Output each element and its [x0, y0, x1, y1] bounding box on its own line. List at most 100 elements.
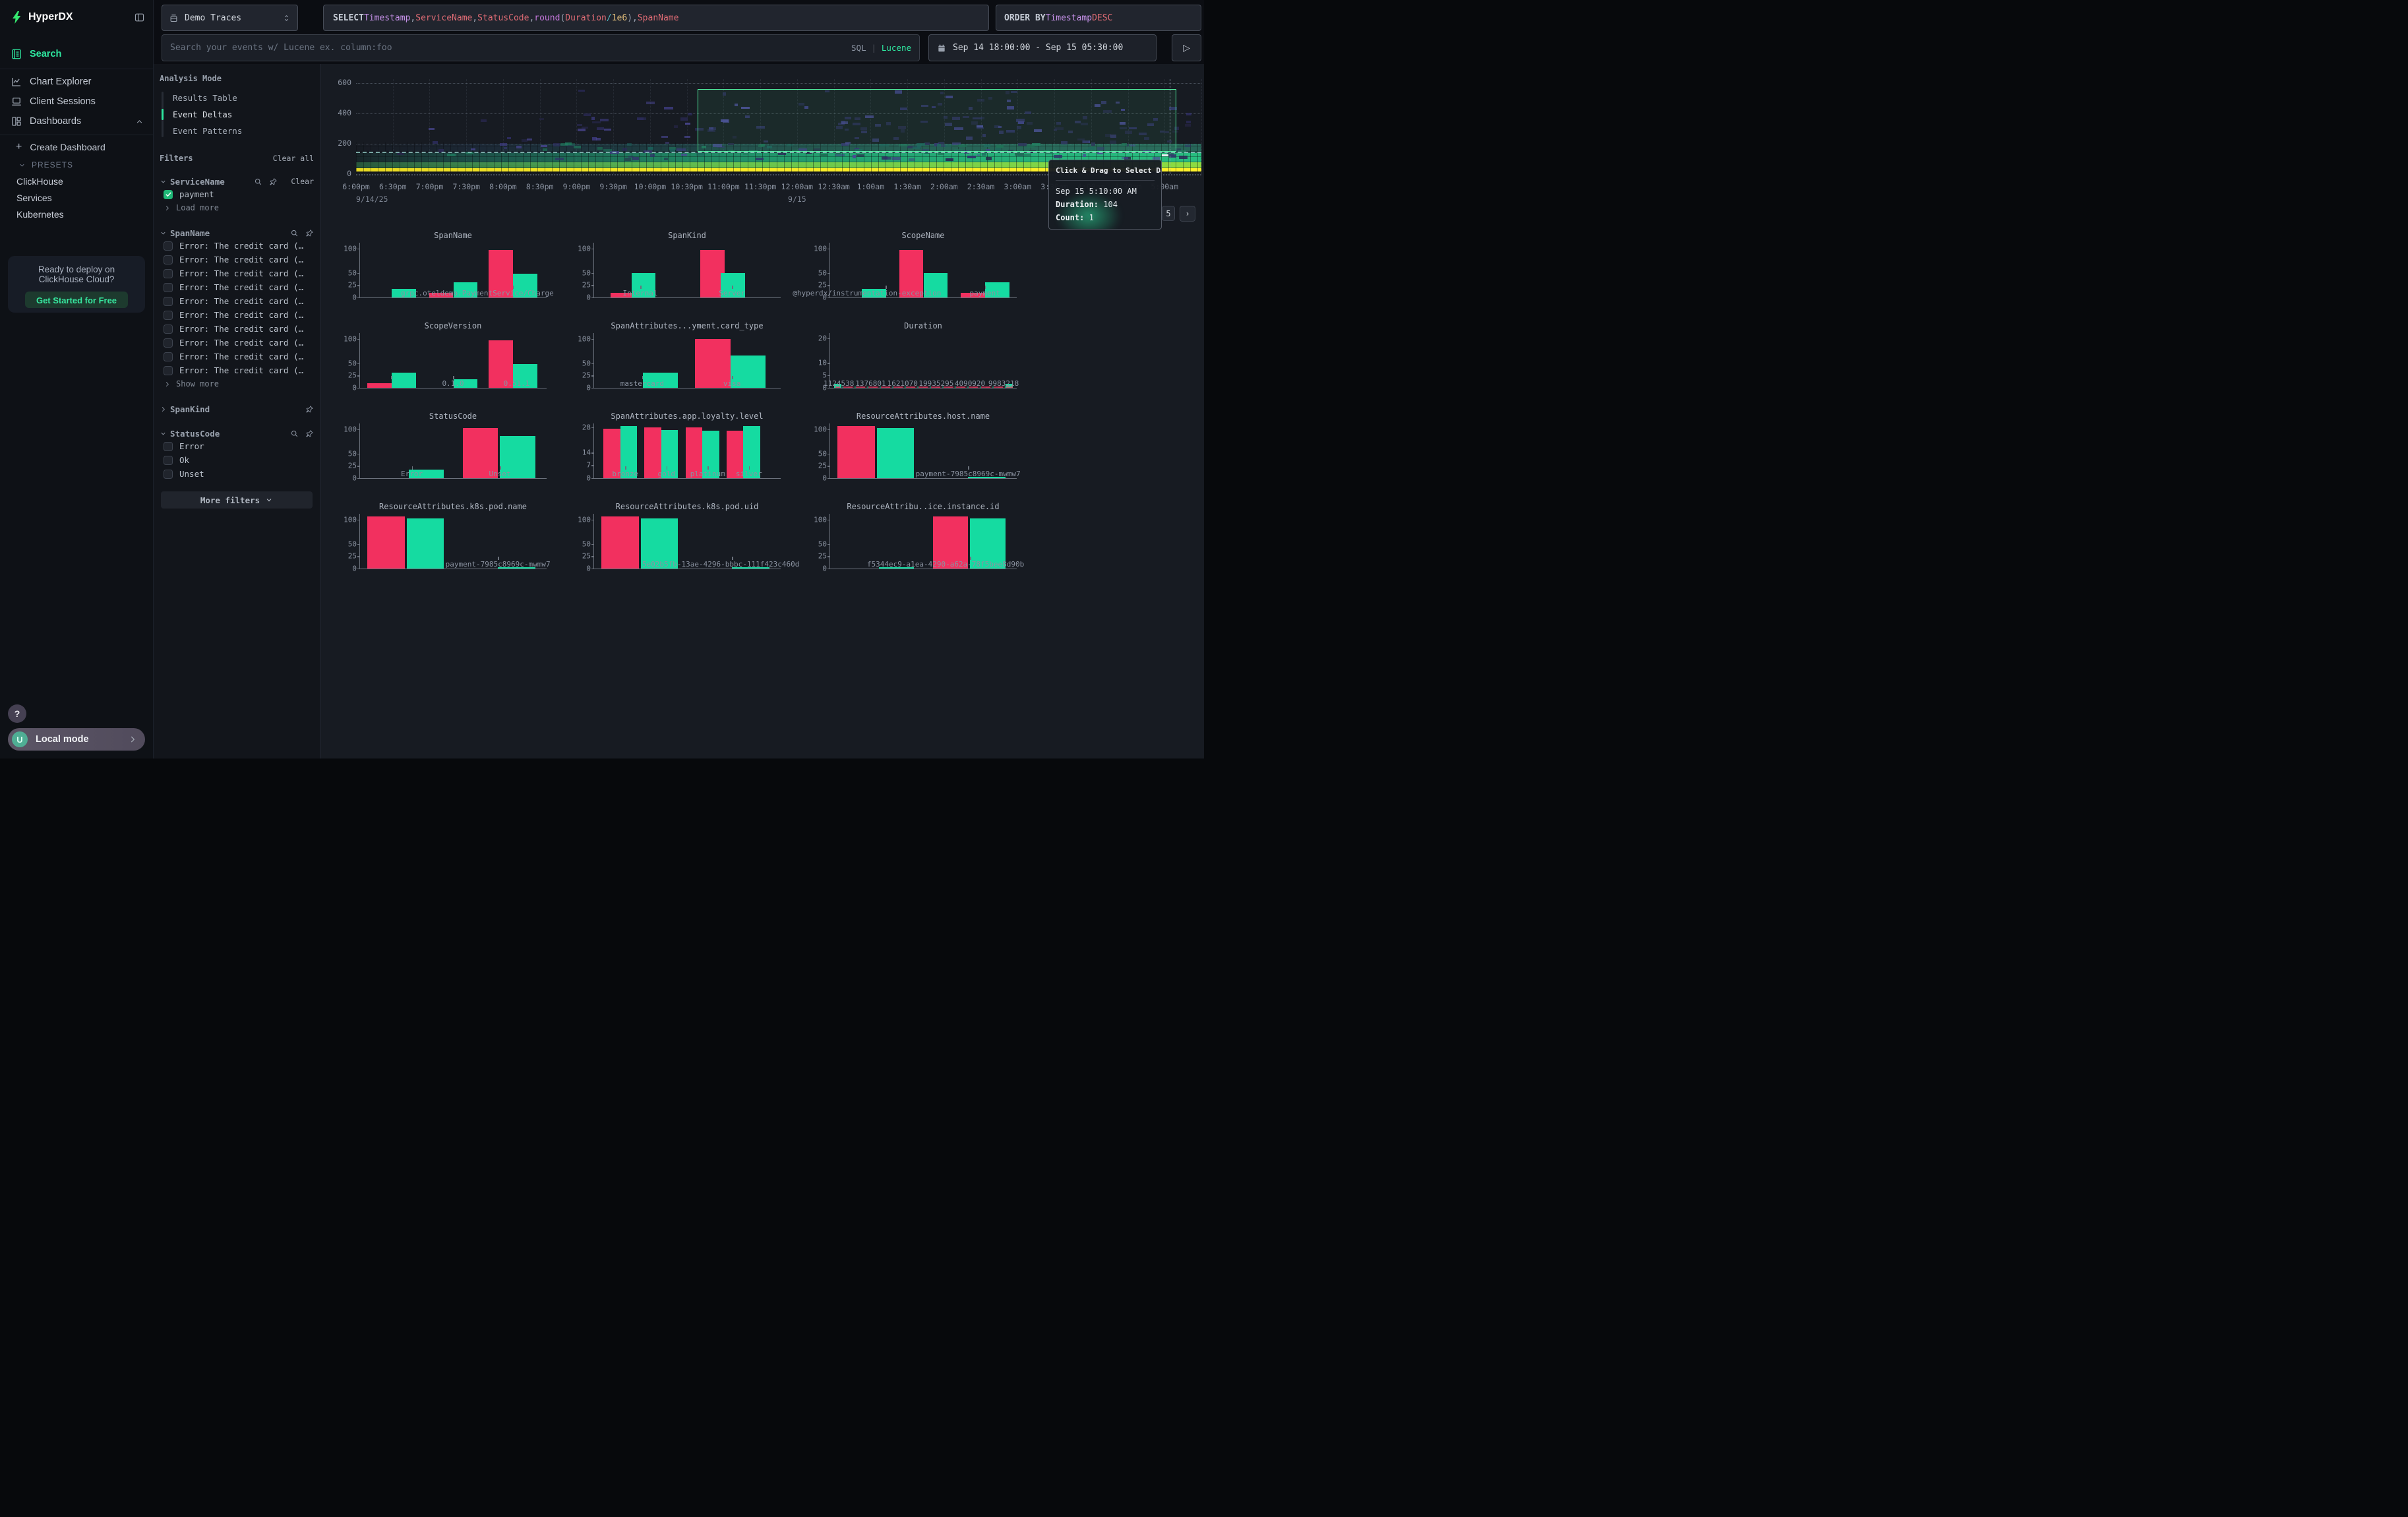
sidebar-item-client-sessions[interactable]: Client Sessions	[0, 91, 153, 112]
lucene-mode-toggle[interactable]: Lucene	[882, 43, 911, 53]
help-button[interactable]: ?	[8, 704, 26, 723]
checkbox[interactable]	[164, 338, 173, 348]
clear-all-button[interactable]: Clear all	[273, 154, 314, 163]
more-filters-button[interactable]: More filters	[161, 491, 313, 509]
axis-tick	[591, 427, 594, 429]
checkbox[interactable]	[164, 352, 173, 361]
filter-group-header-servicename[interactable]: ServiceNameClear	[160, 175, 314, 187]
axis-tick	[591, 363, 594, 365]
selection-rectangle[interactable]	[698, 89, 1176, 152]
presets-toggle[interactable]: PRESETS	[0, 158, 153, 171]
account-button[interactable]: U Local mode	[8, 728, 145, 751]
sidebar-item-chart-explorer[interactable]: Chart Explorer	[0, 71, 153, 92]
heatmap-cell	[596, 138, 600, 140]
histogram-plot: 02550100	[593, 243, 781, 298]
pin-icon[interactable]	[305, 405, 314, 414]
run-query-button[interactable]: ▷	[1172, 34, 1201, 61]
pin-icon[interactable]	[305, 229, 314, 237]
chevron-right-icon	[160, 406, 169, 413]
filter-option[interactable]: Error: The credit card (…	[160, 322, 314, 336]
clear-filter-button[interactable]: Clear	[291, 177, 314, 186]
source-select-value: Demo Traces	[185, 13, 241, 23]
filter-group-header-spanname[interactable]: SpanName	[160, 227, 314, 239]
analysis-mode-event-deltas[interactable]: Event Deltas	[169, 106, 314, 123]
checkbox[interactable]	[164, 269, 173, 278]
filter-group-header-spankind[interactable]: SpanKind	[160, 403, 314, 415]
x-axis-date-label: 9/15	[788, 195, 806, 204]
sql-mode-toggle[interactable]: SQL	[851, 43, 866, 53]
search-icon[interactable]	[254, 177, 262, 186]
sidebar-item-search[interactable]: Search	[0, 44, 153, 65]
heatmap-cell	[622, 148, 627, 150]
filter-option[interactable]: Error: The credit card (…	[160, 336, 314, 350]
checkbox[interactable]	[164, 366, 173, 375]
search-input[interactable]: Search your events w/ Lucene ex. column:…	[162, 34, 920, 61]
show-more-button[interactable]: Show more	[160, 377, 314, 390]
filter-option[interactable]: Error: The credit card (…	[160, 350, 314, 363]
sidebar-preset-kubernetes[interactable]: Kubernetes	[0, 207, 153, 222]
checkbox[interactable]	[164, 456, 173, 465]
analysis-mode-event-patterns[interactable]: Event Patterns	[169, 123, 314, 139]
query-token: Timestamp	[364, 13, 410, 23]
filter-option[interactable]: Unset	[160, 467, 314, 481]
search-icon[interactable]	[290, 429, 299, 438]
page-number-button[interactable]: 5	[1162, 206, 1175, 221]
sql-select-input[interactable]: SELECT Timestamp, ServiceName, StatusCod…	[323, 5, 989, 31]
selection-handle[interactable]	[1162, 154, 1168, 156]
search-icon[interactable]	[290, 229, 299, 237]
filter-option[interactable]: Error: The credit card (…	[160, 363, 314, 377]
x-axis-label: Error	[401, 470, 423, 478]
checkbox[interactable]	[164, 241, 173, 251]
checkbox[interactable]	[164, 255, 173, 264]
y-axis-label: 0	[352, 383, 357, 392]
create-dashboard-button[interactable]: +Create Dashboard	[0, 139, 153, 156]
filter-option[interactable]: Error: The credit card (…	[160, 239, 314, 253]
hyperdx-logo-icon	[9, 10, 24, 24]
y-axis-label: 25	[818, 281, 827, 290]
filter-option[interactable]: Error: The credit card (…	[160, 253, 314, 266]
filter-option[interactable]: Error: The credit card (…	[160, 280, 314, 294]
collapse-sidebar-icon[interactable]	[134, 12, 145, 23]
axis-tick	[828, 556, 830, 557]
sidebar-preset-clickhouse[interactable]: ClickHouse	[0, 174, 153, 189]
load-more-button[interactable]: Load more	[160, 201, 314, 214]
axis-tick	[357, 375, 360, 377]
heatmap-cell	[674, 125, 678, 128]
y-axis-label: 25	[818, 462, 827, 470]
filter-option[interactable]: Error: The credit card (…	[160, 266, 314, 280]
checkbox[interactable]	[164, 311, 173, 320]
x-axis-label: Internal	[623, 289, 658, 297]
heatmap-cell	[429, 128, 434, 130]
axis-tick	[357, 569, 360, 570]
pin-icon[interactable]	[305, 429, 314, 438]
filter-group-header-statuscode[interactable]: StatusCode	[160, 427, 314, 439]
filter-option[interactable]: Error: The credit card (…	[160, 308, 314, 322]
checkbox[interactable]	[164, 325, 173, 334]
axis-tick	[732, 376, 733, 379]
filter-option[interactable]: Error: The credit card (…	[160, 294, 314, 308]
heatmap-cell	[577, 124, 582, 126]
filter-option[interactable]: payment	[160, 187, 314, 201]
heatmap-cell	[664, 107, 673, 109]
order-by-input[interactable]: ORDER BY Timestamp DESC	[996, 5, 1201, 31]
source-select[interactable]: Demo Traces	[162, 5, 298, 31]
analysis-mode-results-table[interactable]: Results Table	[169, 90, 314, 106]
bar	[367, 516, 405, 569]
checkbox[interactable]	[164, 190, 173, 199]
checkbox[interactable]	[164, 442, 173, 451]
checkbox[interactable]	[164, 470, 173, 479]
x-axis-label: 12:30am	[818, 182, 849, 191]
sidebar-item-dashboards[interactable]: Dashboards	[0, 111, 153, 132]
time-range-picker[interactable]: Sep 14 18:00:00 - Sep 15 05:30:00	[928, 34, 1157, 61]
filter-option[interactable]: Ok	[160, 453, 314, 467]
pin-icon[interactable]	[269, 177, 278, 186]
axis-tick	[500, 466, 501, 470]
filter-option[interactable]: Error	[160, 439, 314, 453]
next-page-button[interactable]: ›	[1180, 206, 1195, 222]
checkbox[interactable]	[164, 297, 173, 306]
y-axis-label: 100	[344, 334, 357, 343]
filter-option-label: Error: The credit card (…	[179, 310, 303, 320]
sidebar-preset-services[interactable]: Services	[0, 191, 153, 205]
get-started-button[interactable]: Get Started for Free	[25, 292, 128, 308]
checkbox[interactable]	[164, 283, 173, 292]
